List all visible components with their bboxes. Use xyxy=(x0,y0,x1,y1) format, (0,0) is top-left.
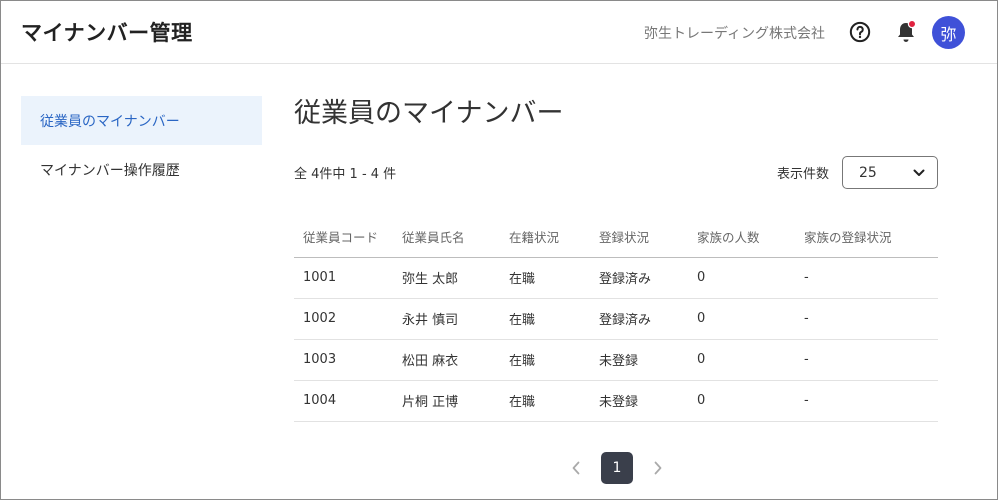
page-title: 従業員のマイナンバー xyxy=(294,98,564,129)
employee-table: 従業員コード 従業員氏名 在籍状況 登録状況 家族の人数 家族の登録状況 100… xyxy=(294,217,938,422)
page-button-current[interactable]: 1 xyxy=(601,452,633,484)
prev-page-button[interactable] xyxy=(561,452,591,484)
employee-code: 1004 xyxy=(294,380,393,422)
per-page-select[interactable]: 25 xyxy=(842,156,938,189)
avatar[interactable]: 弥 xyxy=(932,16,965,49)
employee-name[interactable]: 永井 慎司 xyxy=(393,298,500,340)
sidebar-item-employee-mynumber[interactable]: 従業員のマイナンバー xyxy=(21,96,262,145)
family-registration-status: - xyxy=(795,339,938,381)
employee-code: 1003 xyxy=(294,339,393,381)
table-header-row: 従業員コード 従業員氏名 在籍状況 登録状況 家族の人数 家族の登録状況 xyxy=(294,217,938,258)
column-header[interactable]: 家族の登録状況 xyxy=(795,217,938,258)
notification-dot xyxy=(907,19,917,29)
chevron-down-icon xyxy=(913,169,925,176)
family-registration-status: - xyxy=(795,298,938,340)
employment-status: 在職 xyxy=(500,257,590,299)
family-count: 0 xyxy=(688,298,795,340)
company-name: 弥生トレーディング株式会社 xyxy=(643,26,825,42)
column-header[interactable]: 家族の人数 xyxy=(688,217,795,258)
next-page-button[interactable] xyxy=(643,452,673,484)
table-row[interactable]: 1001 弥生 太郎 在職 登録済み 0 - xyxy=(294,257,938,299)
per-page-value: 25 xyxy=(859,164,877,181)
employee-code: 1001 xyxy=(294,257,393,299)
family-count: 0 xyxy=(688,380,795,422)
chevron-left-icon xyxy=(572,461,580,475)
employee-name[interactable]: 弥生 太郎 xyxy=(393,257,500,299)
notification-bell-icon[interactable] xyxy=(894,19,918,45)
registration-status: 登録済み xyxy=(590,257,688,299)
table-row[interactable]: 1003 松田 麻衣 在職 未登録 0 - xyxy=(294,339,938,381)
column-header[interactable]: 従業員氏名 xyxy=(393,217,500,258)
registration-status: 登録済み xyxy=(590,298,688,340)
sidebar-item-label: マイナンバー操作履歴 xyxy=(40,162,180,179)
family-registration-status: - xyxy=(795,380,938,422)
chevron-right-icon xyxy=(654,461,662,475)
table-row[interactable]: 1004 片桐 正博 在職 未登録 0 - xyxy=(294,380,938,422)
employment-status: 在職 xyxy=(500,380,590,422)
employment-status: 在職 xyxy=(500,298,590,340)
employee-name[interactable]: 松田 麻衣 xyxy=(393,339,500,381)
help-icon[interactable] xyxy=(849,21,871,43)
family-count: 0 xyxy=(688,339,795,381)
employment-status: 在職 xyxy=(500,339,590,381)
employee-name[interactable]: 片桐 正博 xyxy=(393,380,500,422)
sidebar-item-operation-history[interactable]: マイナンバー操作履歴 xyxy=(21,145,262,194)
registration-status: 未登録 xyxy=(590,380,688,422)
table-row[interactable]: 1002 永井 慎司 在職 登録済み 0 - xyxy=(294,298,938,340)
sidebar: 従業員のマイナンバー マイナンバー操作履歴 xyxy=(21,96,262,194)
app-title: マイナンバー管理 xyxy=(21,21,193,45)
registration-status: 未登録 xyxy=(590,339,688,381)
column-header[interactable]: 従業員コード xyxy=(294,217,393,258)
app-header: マイナンバー管理 弥生トレーディング株式会社 弥 xyxy=(1,1,997,64)
employee-code: 1002 xyxy=(294,298,393,340)
record-count: 全 4件中 1 - 4 件 xyxy=(294,167,397,182)
pagination: 1 xyxy=(561,452,673,484)
per-page-label: 表示件数 xyxy=(777,167,830,182)
sidebar-item-label: 従業員のマイナンバー xyxy=(40,113,180,130)
column-header[interactable]: 登録状況 xyxy=(590,217,688,258)
family-count: 0 xyxy=(688,257,795,299)
column-header[interactable]: 在籍状況 xyxy=(500,217,590,258)
family-registration-status: - xyxy=(795,257,938,299)
